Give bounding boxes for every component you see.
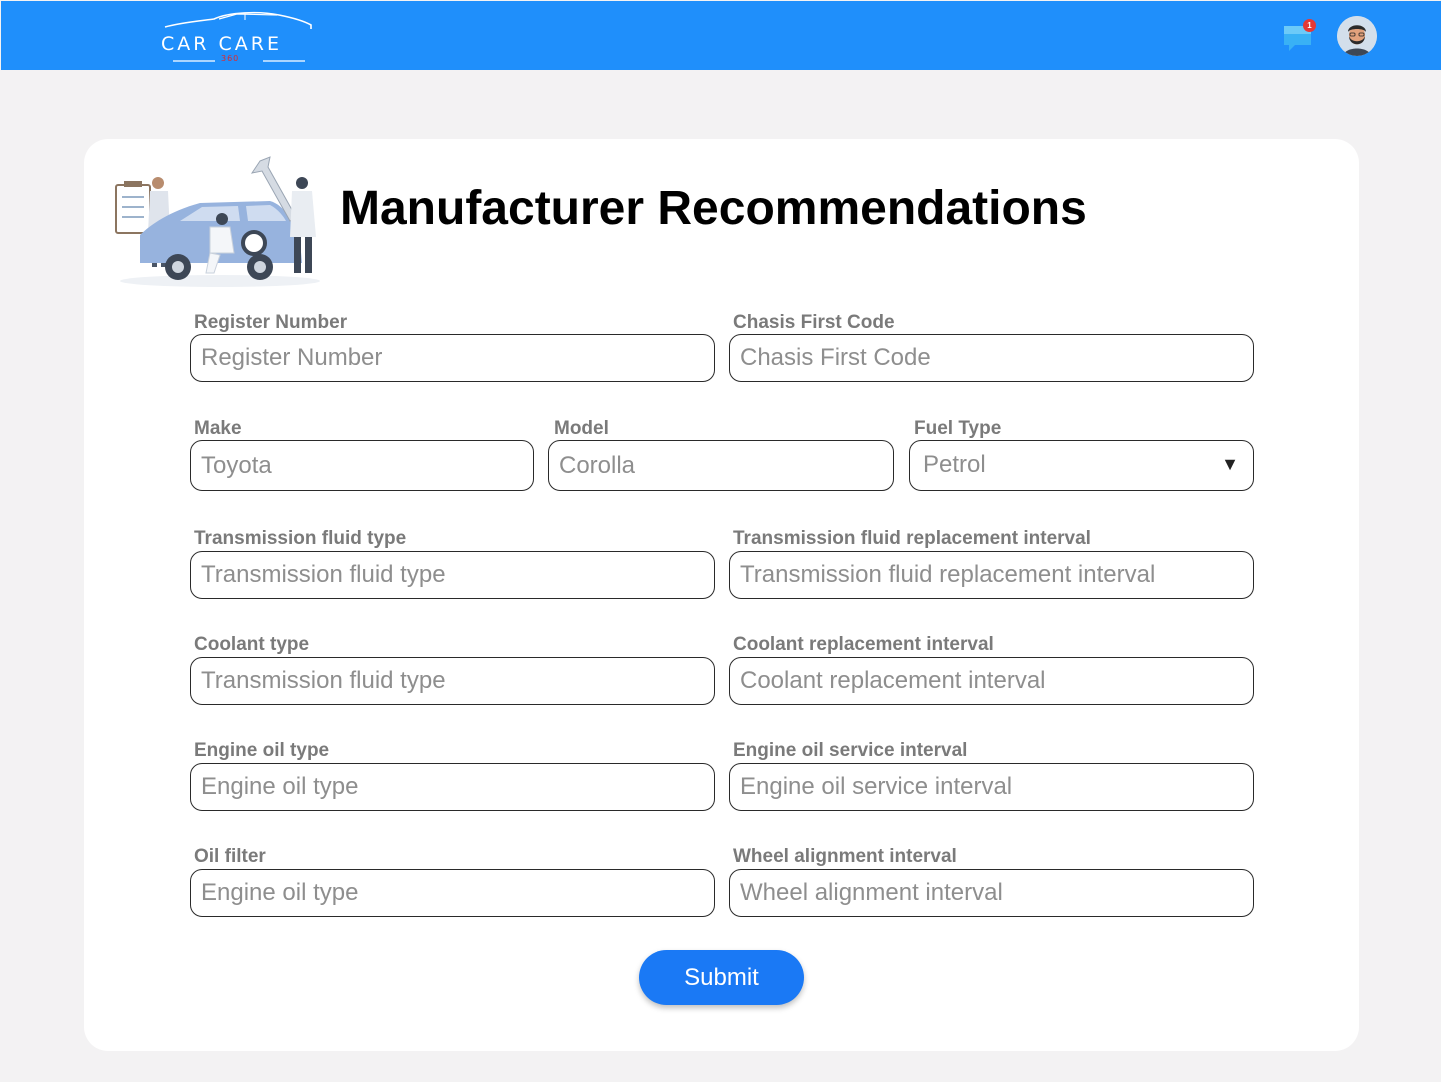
- transmission-fluid-interval-label: Transmission fluid replacement interval: [733, 528, 1091, 549]
- coolant-interval-input[interactable]: [730, 658, 1253, 704]
- register-number-box: [190, 334, 715, 382]
- fuel-type-select[interactable]: Petrol ▼: [909, 440, 1254, 491]
- transmission-fluid-interval-box: [729, 551, 1254, 599]
- wheel-alignment-interval-box: [729, 869, 1254, 917]
- chasis-first-code-box: [729, 334, 1254, 382]
- chasis-first-code-label: Chasis First Code: [733, 312, 895, 333]
- user-avatar[interactable]: [1337, 16, 1377, 56]
- model-box: [548, 440, 894, 491]
- engine-oil-interval-input[interactable]: [730, 764, 1253, 810]
- submit-button[interactable]: Submit: [639, 950, 804, 1005]
- coolant-interval-field: Coolant replacement interval: [729, 634, 1254, 706]
- oil-filter-field: Oil filter: [190, 846, 715, 918]
- make-label: Make: [194, 418, 242, 439]
- coolant-interval-box: [729, 657, 1254, 705]
- logo-text: CAR CARE: [161, 33, 282, 55]
- oil-filter-input[interactable]: [191, 870, 714, 916]
- messages-button[interactable]: 1: [1281, 19, 1316, 54]
- mechanics-car-illustration: [110, 155, 330, 289]
- chasis-first-code-input[interactable]: [730, 335, 1253, 381]
- model-label: Model: [554, 418, 609, 439]
- wheel-alignment-interval-input[interactable]: [730, 870, 1253, 916]
- transmission-fluid-type-input[interactable]: [191, 552, 714, 598]
- wheel-alignment-interval-label: Wheel alignment interval: [733, 846, 957, 867]
- form-card: Manufacturer Recommendations Register Nu…: [84, 139, 1359, 1051]
- chevron-down-icon: ▼: [1221, 454, 1239, 474]
- notification-badge: 1: [1303, 19, 1316, 32]
- make-box: [190, 440, 534, 491]
- transmission-fluid-type-label: Transmission fluid type: [194, 528, 407, 549]
- coolant-type-label: Coolant type: [194, 634, 310, 655]
- transmission-fluid-interval-field: Transmission fluid replacement interval: [729, 528, 1254, 600]
- engine-oil-type-input[interactable]: [191, 764, 714, 810]
- model-input[interactable]: [549, 441, 893, 490]
- transmission-fluid-type-field: Transmission fluid type: [190, 528, 715, 600]
- logo-subtext: 360: [221, 54, 240, 63]
- coolant-interval-label: Coolant replacement interval: [733, 634, 994, 655]
- fuel-type-value: Petrol: [923, 451, 986, 478]
- make-field: Make: [190, 418, 534, 494]
- register-number-input[interactable]: [191, 335, 714, 381]
- top-navigation-bar: CAR CARE 360 1: [1, 1, 1441, 70]
- coolant-type-field: Coolant type: [190, 634, 715, 706]
- coolant-type-input[interactable]: [191, 658, 714, 704]
- user-avatar-icon: [1337, 16, 1377, 56]
- engine-oil-type-box: [190, 763, 715, 811]
- car-repair-illustration-icon: [115, 156, 320, 287]
- register-number-field: Register Number: [190, 312, 715, 384]
- engine-oil-type-label: Engine oil type: [194, 740, 330, 761]
- coolant-type-box: [190, 657, 715, 705]
- engine-oil-type-field: Engine oil type: [190, 740, 715, 812]
- oil-filter-label: Oil filter: [194, 846, 266, 867]
- wheel-alignment-interval-field: Wheel alignment interval: [729, 846, 1254, 918]
- make-input[interactable]: [191, 441, 533, 490]
- oil-filter-box: [190, 869, 715, 917]
- fuel-type-label: Fuel Type: [914, 418, 1002, 439]
- engine-oil-interval-label: Engine oil service interval: [733, 740, 968, 761]
- transmission-fluid-type-box: [190, 551, 715, 599]
- engine-oil-interval-field: Engine oil service interval: [729, 740, 1254, 812]
- car-care-logo[interactable]: CAR CARE 360: [159, 9, 321, 67]
- transmission-fluid-interval-input[interactable]: [730, 552, 1253, 598]
- fuel-type-field: Fuel Type Petrol ▼: [909, 418, 1254, 494]
- engine-oil-interval-box: [729, 763, 1254, 811]
- chasis-first-code-field: Chasis First Code: [729, 312, 1254, 384]
- register-number-label: Register Number: [194, 312, 348, 333]
- page-title: Manufacturer Recommendations: [340, 182, 1087, 235]
- model-field: Model: [548, 418, 894, 494]
